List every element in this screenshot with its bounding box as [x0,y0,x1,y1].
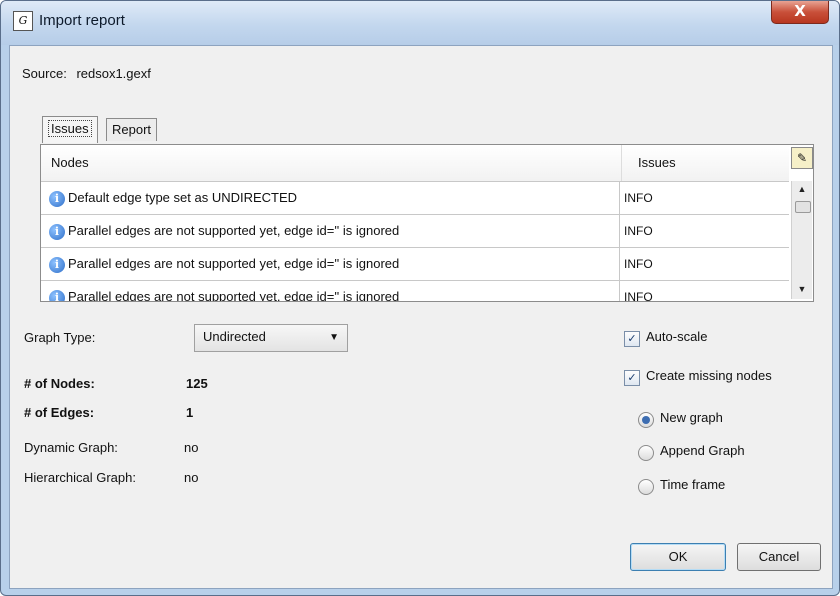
column-chooser-icon[interactable]: ✎ [791,147,813,169]
info-icon: i [49,223,65,240]
graph-type-select[interactable]: Undirected ▼ [194,324,348,352]
row-issue: INFO [619,248,789,280]
row-message: i Default edge type set as UNDIRECTED [49,182,297,214]
scroll-up-arrow-icon[interactable]: ▲ [792,181,812,197]
table-row[interactable]: i Parallel edges are not supported yet, e… [41,248,789,281]
create-missing-nodes-checkbox[interactable]: ✓ [624,370,640,386]
row-message-text: Default edge type set as UNDIRECTED [68,190,298,205]
row-message: i Parallel edges are not supported yet, e… [49,215,399,247]
time-frame-label: Time frame [660,477,726,492]
row-message-text: Parallel edges are not supported yet, ed… [68,223,400,238]
scroll-down-arrow-icon[interactable]: ▼ [792,281,812,297]
table-header: Nodes Issues [41,145,789,182]
hierarchical-graph-value: no [184,470,199,485]
table-row[interactable]: i Default edge type set as UNDIRECTED INF… [41,182,789,215]
auto-scale-label: Auto-scale [646,329,708,344]
column-header-issues[interactable]: Issues [621,145,788,181]
new-graph-label: New graph [660,410,723,425]
row-message-text: Parallel edges are not supported yet, ed… [68,289,400,302]
edges-count-value: 1 [186,405,194,420]
tab-issues-label: Issues [48,120,92,137]
cancel-button[interactable]: Cancel [737,543,821,571]
ok-button[interactable]: OK [630,543,726,571]
window-title: Import report [39,12,125,29]
info-icon: i [49,190,65,207]
auto-scale-checkbox[interactable]: ✓ [624,331,640,347]
table-row[interactable]: i Parallel edges are not supported yet, e… [41,215,789,248]
append-graph-radio[interactable] [638,445,654,461]
dynamic-graph-value: no [184,440,199,455]
edges-count-label: # of Edges: [24,405,95,420]
close-button[interactable]: X [771,1,829,24]
row-message: i Parallel edges are not supported yet, e… [49,248,399,280]
tab-issues[interactable]: Issues [42,116,98,143]
source-label: Source: [22,66,67,81]
scroll-thumb[interactable] [795,201,811,213]
issues-table: Nodes Issues ✎ i Default edge type set as… [40,144,814,302]
vertical-scrollbar[interactable]: ▲ ▼ [791,181,812,299]
tab-report-label: Report [112,122,152,137]
hierarchical-graph-label: Hierarchical Graph: [24,470,136,485]
row-issue: INFO [619,215,789,247]
table-row[interactable]: i Parallel edges are not supported yet, e… [41,281,789,302]
source-file: redsox1.gexf [76,66,151,81]
graph-type-label: Graph Type: [24,330,96,345]
row-issue: INFO [619,182,789,214]
import-report-dialog: G Import report X Source: redsox1.gexf I… [0,0,840,596]
gephi-app-icon: G [13,11,33,31]
append-graph-label: Append Graph [660,443,745,458]
source-row: Source: redsox1.gexf [22,66,157,81]
create-missing-nodes-label: Create missing nodes [646,368,772,383]
nodes-count-value: 125 [186,376,208,391]
info-icon: i [49,256,65,273]
tab-report[interactable]: Report [106,118,158,141]
row-issue: INFO [619,281,789,301]
title-bar[interactable]: G Import report X [1,1,839,45]
column-header-nodes[interactable]: Nodes [51,145,89,181]
time-frame-radio[interactable] [638,479,654,495]
info-icon: i [49,289,65,301]
graph-type-value: Undirected [203,329,266,344]
row-message: i Parallel edges are not supported yet, e… [49,281,400,302]
new-graph-radio[interactable] [638,412,654,428]
dialog-content: Source: redsox1.gexf Issues Report Nodes… [9,45,833,589]
row-message-text: Parallel edges are not supported yet, ed… [68,256,400,271]
dynamic-graph-label: Dynamic Graph: [24,440,118,455]
chevron-down-icon: ▼ [329,332,339,343]
nodes-count-label: # of Nodes: [24,376,95,391]
